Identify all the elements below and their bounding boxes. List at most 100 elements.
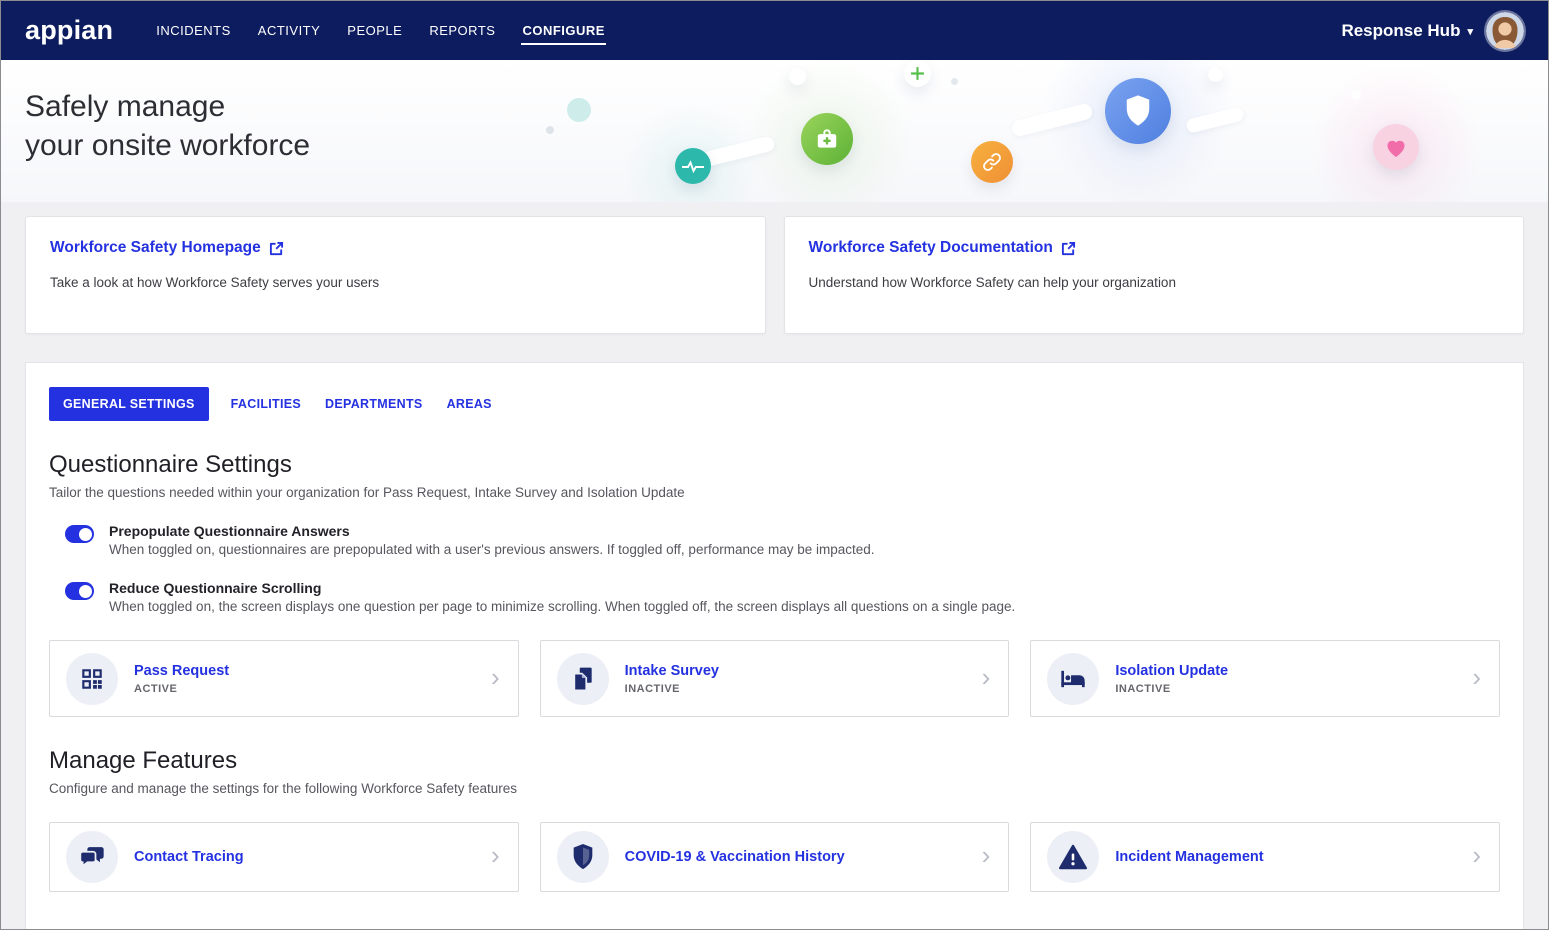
icon-circle — [66, 652, 118, 705]
tab-facilities[interactable]: FACILITIES — [229, 387, 303, 421]
decor-dot — [1351, 90, 1361, 100]
chevron-right-icon: › — [490, 661, 500, 692]
plus-icon — [904, 60, 931, 87]
contact-tracing-card[interactable]: Contact Tracing › — [49, 822, 519, 892]
questionnaire-settings-title: Questionnaire Settings — [49, 451, 292, 478]
reduce-scrolling-toggle[interactable] — [65, 582, 94, 600]
navbar-right: Response Hub ▾ — [1341, 11, 1524, 50]
intake-survey-title: Intake Survey — [624, 662, 719, 679]
external-link-icon — [1061, 241, 1075, 255]
reduce-scrolling-toggle-label: Reduce Questionnaire Scrolling — [109, 580, 322, 596]
incident-management-card[interactable]: Incident Management › — [1030, 822, 1500, 892]
avatar[interactable] — [1486, 11, 1524, 50]
shield-icon — [1105, 78, 1171, 144]
isolation-update-card[interactable]: Isolation Update INACTIVE › — [1030, 640, 1500, 717]
nav-item-incidents[interactable]: INCIDENTS — [155, 17, 232, 45]
workspace-selector[interactable]: Response Hub ▾ — [1341, 21, 1473, 41]
decor-dot — [546, 126, 554, 134]
chevron-right-icon: › — [981, 840, 991, 870]
nav-item-reports[interactable]: REPORTS — [428, 17, 496, 45]
main-content: Workforce Safety Homepage Take a look at… — [1, 202, 1548, 929]
documentation-card-description: Understand how Workforce Safety can help… — [808, 275, 1176, 290]
prepopulate-toggle-description: When toggled on, questionnaires are prep… — [109, 542, 875, 557]
main-nav: INCIDENTS ACTIVITY PEOPLE REPORTS CONFIG… — [155, 17, 606, 45]
shield-icon — [573, 844, 592, 870]
homepage-link-label: Workforce Safety Homepage — [50, 239, 261, 256]
questionnaire-cards: Pass Request ACTIVE › Intake Survey INAC… — [49, 640, 1500, 717]
prepopulate-toggle-row: Prepopulate Questionnaire Answers When t… — [65, 523, 1500, 557]
decor-dot — [567, 98, 591, 122]
homepage-card: Workforce Safety Homepage Take a look at… — [25, 216, 766, 334]
icon-circle — [556, 652, 609, 705]
warning-triangle-icon — [1059, 844, 1088, 870]
covid-vaccination-history-card[interactable]: COVID-19 & Vaccination History › — [539, 822, 1010, 892]
tab-departments[interactable]: DEPARTMENTS — [323, 387, 425, 421]
chevron-right-icon: › — [1472, 661, 1481, 692]
chevron-down-icon: ▾ — [1467, 26, 1473, 38]
manage-features-title: Manage Features — [49, 747, 238, 774]
page-title-line1: Safely manage — [25, 90, 226, 123]
appian-logo: appian — [25, 15, 114, 45]
workforce-safety-homepage-link[interactable]: Workforce Safety Homepage — [50, 239, 284, 257]
card-text: Isolation Update INACTIVE — [1115, 663, 1228, 695]
decor-dot — [1208, 67, 1223, 82]
pass-request-card[interactable]: Pass Request ACTIVE › — [49, 640, 519, 717]
qr-code-icon — [82, 668, 102, 689]
nav-item-activity[interactable]: ACTIVITY — [257, 17, 322, 45]
copy-document-icon — [573, 667, 592, 691]
intake-survey-card[interactable]: Intake Survey INACTIVE › — [539, 640, 1010, 717]
avatar-image — [1486, 11, 1524, 50]
info-cards: Workforce Safety Homepage Take a look at… — [25, 216, 1524, 334]
configure-panel: GENERAL SETTINGS FACILITIES DEPARTMENTS … — [25, 362, 1524, 929]
documentation-link-label: Workforce Safety Documentation — [808, 239, 1053, 256]
hero-banner: Safely manage your onsite workforce — [1, 60, 1548, 202]
link-icon — [971, 141, 1013, 183]
heartbeat-icon — [675, 148, 711, 184]
documentation-card: Workforce Safety Documentation Understan… — [783, 216, 1524, 334]
questionnaire-settings-subtitle: Tailor the questions needed within your … — [49, 485, 685, 500]
nav-item-configure[interactable]: CONFIGURE — [521, 17, 606, 45]
page-title-line2: your onsite workforce — [25, 129, 311, 162]
prepopulate-answers-toggle[interactable] — [65, 525, 94, 543]
heart-icon — [1373, 124, 1419, 170]
card-text: COVID-19 & Vaccination History — [625, 849, 845, 865]
chevron-right-icon: › — [981, 661, 991, 692]
bed-icon — [1061, 670, 1085, 687]
reduce-scrolling-toggle-row: Reduce Questionnaire Scrolling When togg… — [65, 580, 1500, 614]
decor-dot — [951, 78, 958, 85]
pass-request-status: ACTIVE — [134, 682, 178, 695]
pass-request-title: Pass Request — [134, 662, 230, 679]
icon-circle — [66, 831, 118, 883]
reduce-scrolling-toggle-text: Reduce Questionnaire Scrolling When togg… — [109, 580, 1015, 614]
first-aid-kit-icon — [801, 113, 853, 165]
nav-item-people[interactable]: PEOPLE — [346, 17, 403, 45]
decor-dot — [789, 68, 806, 85]
workspace-label: Response Hub — [1341, 20, 1461, 40]
settings-tabs: GENERAL SETTINGS FACILITIES DEPARTMENTS … — [49, 387, 1500, 421]
intake-survey-status: INACTIVE — [624, 682, 680, 695]
workforce-safety-documentation-link[interactable]: Workforce Safety Documentation — [809, 239, 1076, 257]
incident-management-title: Incident Management — [1115, 849, 1264, 865]
prepopulate-toggle-text: Prepopulate Questionnaire Answers When t… — [109, 523, 875, 557]
covid-vaccination-history-title: COVID-19 & Vaccination History — [624, 849, 845, 865]
chevron-right-icon: › — [490, 840, 500, 870]
chat-bubbles-icon — [79, 847, 104, 868]
decor-streak — [1185, 106, 1245, 134]
workforce-safety-page: appian INCIDENTS ACTIVITY PEOPLE REPORTS… — [0, 0, 1549, 930]
icon-circle — [556, 831, 609, 883]
isolation-update-title: Isolation Update — [1115, 662, 1229, 679]
top-navbar: appian INCIDENTS ACTIVITY PEOPLE REPORTS… — [1, 1, 1548, 60]
card-text: Pass Request ACTIVE — [134, 663, 229, 695]
tab-areas[interactable]: AREAS — [445, 387, 494, 421]
icon-circle — [1047, 831, 1100, 883]
homepage-card-description: Take a look at how Workforce Safety serv… — [50, 275, 380, 290]
decor-streak — [700, 135, 776, 168]
tab-general-settings[interactable]: GENERAL SETTINGS — [49, 387, 209, 421]
icon-circle — [1047, 652, 1100, 705]
isolation-update-status: INACTIVE — [1115, 682, 1171, 695]
chevron-right-icon: › — [1472, 840, 1481, 870]
decor-streak — [1010, 102, 1094, 138]
manage-features-subtitle: Configure and manage the settings for th… — [49, 781, 518, 796]
card-text: Intake Survey INACTIVE — [625, 663, 719, 695]
card-text: Incident Management — [1115, 849, 1263, 865]
